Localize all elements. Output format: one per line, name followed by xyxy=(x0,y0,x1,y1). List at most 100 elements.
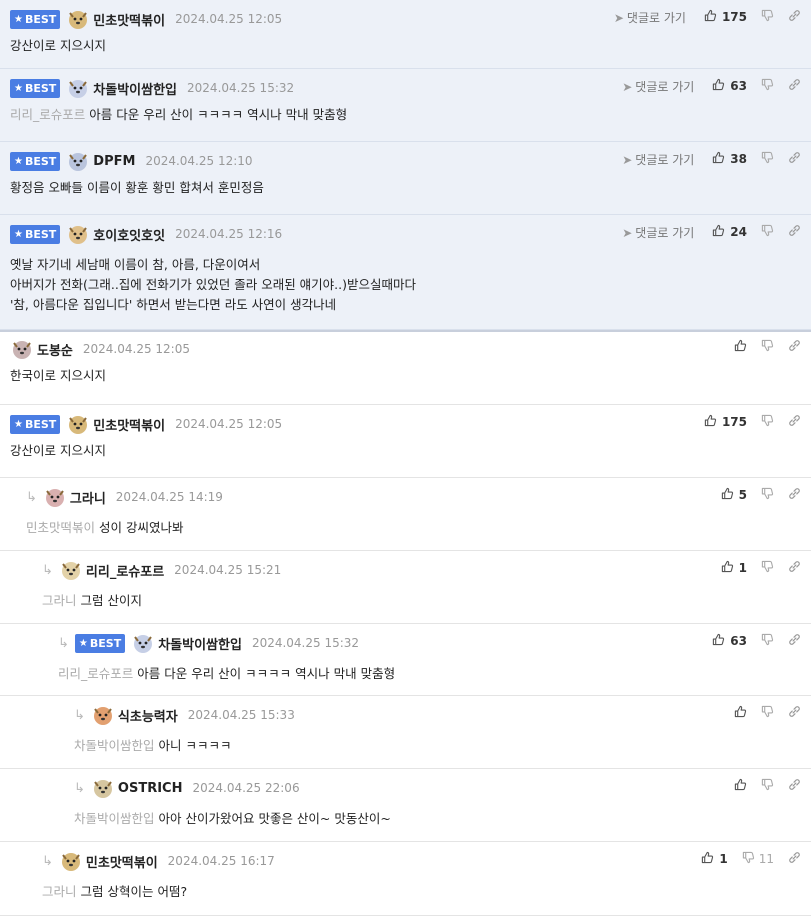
comment-body: 그라니 그럼 산이지 xyxy=(42,591,142,611)
best-badge: ★ BEST xyxy=(10,414,61,434)
reply-arrow-icon: ↳ xyxy=(74,707,85,723)
like-button[interactable]: 1 xyxy=(701,851,728,867)
nickname[interactable]: 도봉순 xyxy=(37,340,73,359)
nickname[interactable]: DPFM xyxy=(93,154,135,169)
share-link-button[interactable] xyxy=(788,560,801,576)
goto-comment-link[interactable]: ➤ 댓글로 가기 xyxy=(622,78,694,95)
nickname[interactable]: 민초맛떡볶이 xyxy=(93,415,165,434)
like-button[interactable] xyxy=(734,778,747,794)
comment-item: ★ BEST 민초맛떡볶이 2024.04.25 12:05 ➤ 댓글로 가기 175 강산이… xyxy=(0,0,811,69)
comment-item: 도봉순 2024.04.25 12:05 한국이로 지으시지 xyxy=(0,330,811,405)
share-link-button[interactable] xyxy=(788,633,801,649)
avatar[interactable] xyxy=(131,632,155,654)
comment-text: 아니 ㅋㅋㅋㅋ xyxy=(158,738,232,753)
share-link-button[interactable] xyxy=(788,9,801,25)
nickname[interactable]: 식초능력자 xyxy=(118,706,178,725)
mention-name[interactable]: 리리_로슈포르 xyxy=(10,107,85,122)
comment-body: 리리_로슈포르 아름 다운 우리 산이 ㅋㅋㅋㅋ 역시나 막내 맞춤형 xyxy=(58,664,395,684)
share-link-button[interactable] xyxy=(788,705,801,721)
like-button[interactable]: 63 xyxy=(712,633,747,649)
nickname[interactable]: 그라니 xyxy=(70,488,106,507)
mention-name[interactable]: 민초맛떡볶이 xyxy=(26,520,95,535)
best-badge: ★ BEST xyxy=(10,151,61,171)
like-button[interactable]: 1 xyxy=(721,560,747,576)
avatar[interactable] xyxy=(59,559,83,581)
dislike-button[interactable]: 11 xyxy=(742,851,774,867)
share-link-button[interactable] xyxy=(788,778,801,794)
goto-comment-link[interactable]: ➤ 댓글로 가기 xyxy=(622,151,694,168)
like-button[interactable]: 175 xyxy=(704,414,747,430)
comment-body: 차돌박이쌈한입 아니 ㅋㅋㅋㅋ xyxy=(74,736,232,756)
share-link-button[interactable] xyxy=(788,487,801,503)
dislike-button[interactable] xyxy=(761,778,774,794)
dislike-button[interactable] xyxy=(761,414,774,430)
nickname[interactable]: 호이호잇호잇 xyxy=(93,225,165,244)
thumb-up-icon xyxy=(704,414,717,430)
like-button[interactable]: 24 xyxy=(712,224,747,240)
like-button[interactable]: 175 xyxy=(704,9,747,25)
avatar[interactable] xyxy=(66,8,90,30)
thumb-up-icon xyxy=(734,339,747,355)
share-link-button[interactable] xyxy=(788,78,801,94)
like-button[interactable]: 5 xyxy=(721,487,747,503)
comment-body: 그라니 그럼 상혁이는 어떰? xyxy=(42,882,187,902)
avatar[interactable] xyxy=(43,486,67,508)
dislike-button[interactable] xyxy=(761,151,774,167)
avatar[interactable] xyxy=(66,150,90,172)
like-button[interactable] xyxy=(734,705,747,721)
thumb-up-icon xyxy=(712,224,725,240)
goto-comment-link[interactable]: ➤ 댓글로 가기 xyxy=(622,224,694,241)
mention-name[interactable]: 리리_로슈포르 xyxy=(58,666,133,681)
nickname[interactable]: 리리_로슈포르 xyxy=(86,561,164,580)
timestamp: 2024.04.25 12:10 xyxy=(145,154,253,168)
thumb-up-icon xyxy=(721,487,734,503)
mention-name[interactable]: 차돌박이쌈한입 xyxy=(74,738,155,753)
avatar[interactable] xyxy=(66,413,90,435)
nickname[interactable]: 민초맛떡볶이 xyxy=(86,852,158,871)
best-badge: ★ BEST xyxy=(10,224,61,244)
reply-arrow-icon: ↳ xyxy=(74,780,85,796)
mention-name[interactable]: 차돌박이쌈한입 xyxy=(74,811,155,826)
like-button[interactable]: 38 xyxy=(712,151,747,167)
nickname[interactable]: 차돌박이쌈한입 xyxy=(158,634,242,653)
dislike-button[interactable] xyxy=(761,633,774,649)
dislike-button[interactable] xyxy=(761,705,774,721)
like-button[interactable] xyxy=(734,339,747,355)
share-link-button[interactable] xyxy=(788,339,801,355)
comment-text: 그럼 상혁이는 어떰? xyxy=(80,884,188,899)
mention-name[interactable]: 그라니 xyxy=(42,884,77,899)
comment-actions xyxy=(734,777,801,795)
like-button[interactable]: 63 xyxy=(712,78,747,94)
avatar[interactable] xyxy=(66,223,90,245)
timestamp: 2024.04.25 15:21 xyxy=(174,563,282,577)
comment-body: 강산이로 지으시지 xyxy=(10,441,106,461)
star-icon: ★ xyxy=(14,418,23,430)
avatar[interactable] xyxy=(91,704,115,726)
goto-comment-link[interactable]: ➤ 댓글로 가기 xyxy=(614,9,686,26)
share-link-button[interactable] xyxy=(788,151,801,167)
share-link-button[interactable] xyxy=(788,851,801,867)
thumb-down-icon xyxy=(761,633,774,649)
comment-actions xyxy=(734,704,801,722)
avatar[interactable] xyxy=(59,850,83,872)
nickname[interactable]: 민초맛떡볶이 xyxy=(93,10,165,29)
dislike-button[interactable] xyxy=(761,487,774,503)
comment-item: ★ BEST 민초맛떡볶이 2024.04.25 12:05 175 강산이로 지으시지 xyxy=(0,405,811,478)
nickname[interactable]: OSTRICH xyxy=(118,781,183,796)
share-link-button[interactable] xyxy=(788,414,801,430)
dislike-button[interactable] xyxy=(761,9,774,25)
dislike-button[interactable] xyxy=(761,78,774,94)
share-link-button[interactable] xyxy=(788,224,801,240)
dislike-button[interactable] xyxy=(761,339,774,355)
timestamp: 2024.04.25 12:05 xyxy=(175,417,283,431)
avatar[interactable] xyxy=(91,777,115,799)
dislike-button[interactable] xyxy=(761,224,774,240)
comment-item: ↳ OSTRICH 2024.04.25 22:06 차돌박이쌈한입 아아 산이가왔어요… xyxy=(0,769,811,842)
dislike-button[interactable] xyxy=(761,560,774,576)
comment-actions: 1 xyxy=(721,559,801,577)
avatar[interactable] xyxy=(10,338,34,360)
comment-body: 리리_로슈포르 아름 다운 우리 산이 ㅋㅋㅋㅋ 역시나 막내 맞춤형 xyxy=(10,105,347,125)
mention-name[interactable]: 그라니 xyxy=(42,593,77,608)
nickname[interactable]: 차돌박이쌈한입 xyxy=(93,79,177,98)
avatar[interactable] xyxy=(66,77,90,99)
